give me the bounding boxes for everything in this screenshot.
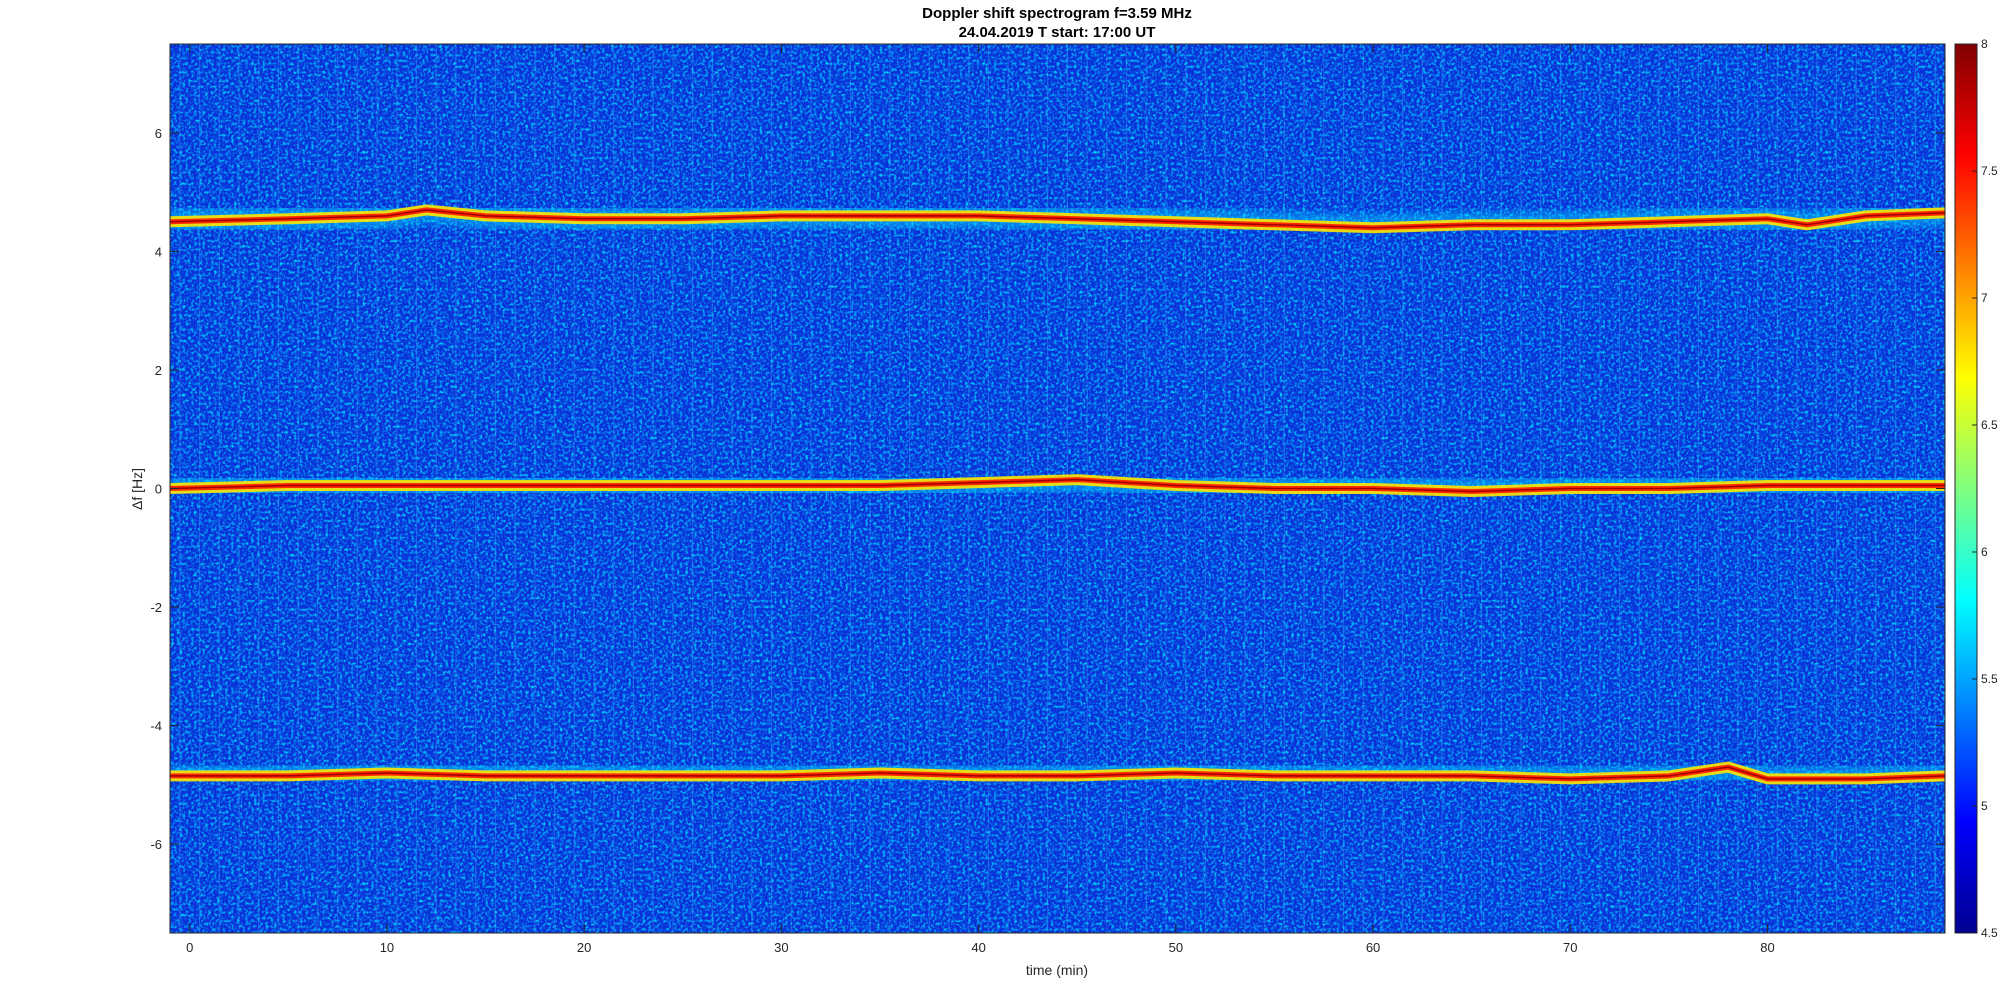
x-tick-label: 70 <box>1563 940 1577 955</box>
y-tick-label: -4 <box>150 719 162 734</box>
x-tick-label: 0 <box>186 940 193 955</box>
x-tick-label: 30 <box>774 940 788 955</box>
y-axis-label: Δf [Hz] <box>129 468 145 510</box>
signal-band-2 <box>170 466 1945 505</box>
colorbar-tick-label: 5 <box>1981 799 1988 813</box>
colorbar-tick-label: 6.5 <box>1981 418 1998 432</box>
y-tick-label: 6 <box>155 126 162 141</box>
x-tick-label: 80 <box>1760 940 1774 955</box>
colorbar-tick-label: 6 <box>1981 545 1988 559</box>
x-axis-label: time (min) <box>1026 962 1088 978</box>
y-tick-label: 4 <box>155 244 162 259</box>
chart-title: Doppler shift spectrogram f=3.59 MHz <box>922 5 1192 22</box>
x-tick-label: 50 <box>1169 940 1183 955</box>
plot-area <box>170 44 1945 933</box>
colorbar-tick-label: 7.5 <box>1981 164 1998 178</box>
chart-subtitle: 24.04.2019 T start: 17:00 UT <box>959 24 1156 41</box>
spectrogram-figure: Doppler shift spectrogram f=3.59 MHz 24.… <box>129 5 1998 978</box>
x-tick-label: 40 <box>971 940 985 955</box>
signal-band-3 <box>170 753 1945 792</box>
colorbar <box>1954 43 1978 934</box>
y-tick-label: 2 <box>155 363 162 378</box>
colorbar-tick-label: 8 <box>1981 37 1988 51</box>
x-tick-label: 60 <box>1366 940 1380 955</box>
colorbar-tick-label: 7 <box>1981 291 1988 305</box>
colorbar-tick-label: 4.5 <box>1981 926 1998 940</box>
y-tick-label: 0 <box>155 482 162 497</box>
colorbar-tick-label: 5.5 <box>1981 672 1998 686</box>
y-tick-label: -6 <box>150 837 162 852</box>
x-tick-label: 10 <box>380 940 394 955</box>
x-tick-label: 20 <box>577 940 591 955</box>
y-tick-label: -2 <box>150 600 162 615</box>
